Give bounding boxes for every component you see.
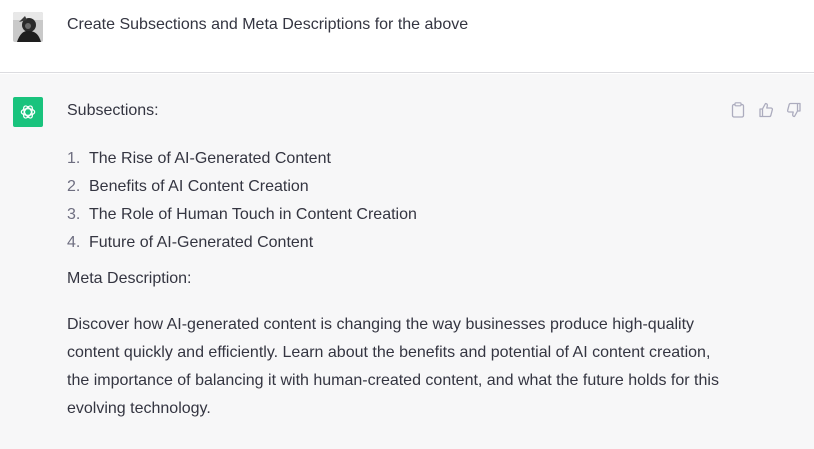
list-item: 3. The Role of Human Touch in Content Cr… (67, 205, 727, 233)
assistant-message-content: Subsections: 1. The Rise of AI-Generated… (67, 101, 727, 423)
assistant-message-row: Subsections: 1. The Rise of AI-Generated… (0, 74, 814, 449)
subsections-heading: Subsections: (67, 102, 159, 119)
thumbs-up-icon (759, 102, 774, 118)
assistant-avatar (13, 97, 43, 127)
dislike-button[interactable] (784, 100, 804, 120)
user-photo-avatar-icon (13, 12, 43, 42)
list-item-text: Future of AI-Generated Content (89, 234, 314, 251)
list-item-text: The Rise of AI-Generated Content (89, 150, 331, 167)
meta-description-text: Discover how AI-generated content is cha… (67, 316, 719, 417)
list-item-text: The Role of Human Touch in Content Creat… (89, 206, 417, 223)
subsections-list: 1. The Rise of AI-Generated Content 2. B… (67, 149, 727, 261)
list-item-number: 1. (67, 150, 81, 167)
clipboard-icon (731, 102, 745, 118)
openai-logo-icon (20, 105, 36, 119)
user-message-row: Create Subsections and Meta Descriptions… (0, 0, 814, 73)
copy-button[interactable] (728, 100, 748, 120)
meta-description-heading: Meta Description: (67, 270, 192, 287)
list-item: 1. The Rise of AI-Generated Content (67, 149, 727, 177)
user-avatar (13, 12, 43, 42)
message-actions (728, 100, 804, 120)
list-item: 2. Benefits of AI Content Creation (67, 177, 727, 205)
list-item-text: Benefits of AI Content Creation (89, 178, 309, 195)
list-item-number: 4. (67, 234, 81, 251)
thumbs-down-icon (786, 102, 801, 118)
like-button[interactable] (756, 100, 776, 120)
list-item-number: 3. (67, 206, 81, 223)
list-item-number: 2. (67, 178, 81, 195)
list-item: 4. Future of AI-Generated Content (67, 233, 727, 261)
user-message-text: Create Subsections and Meta Descriptions… (67, 16, 469, 33)
